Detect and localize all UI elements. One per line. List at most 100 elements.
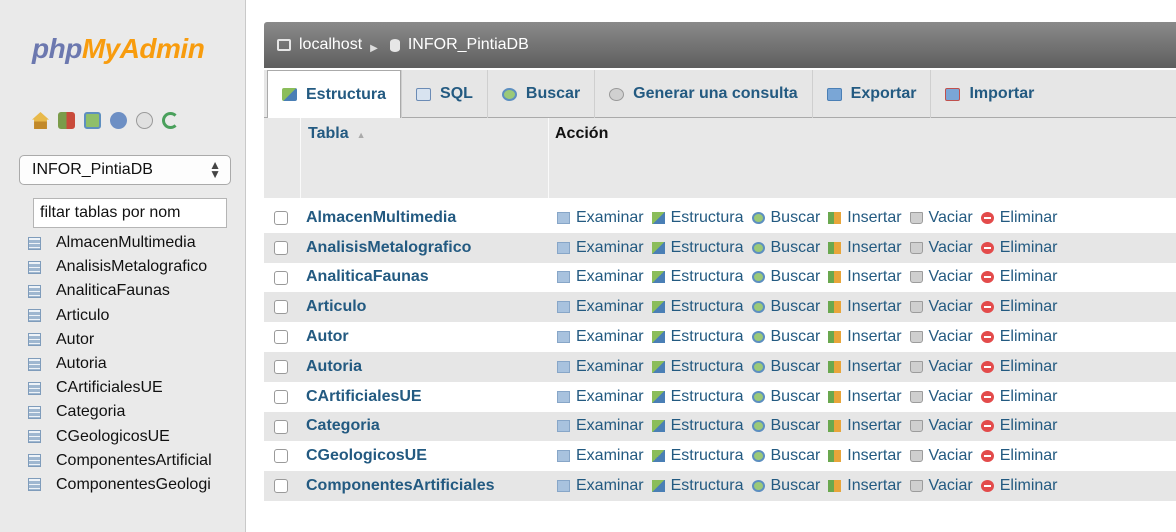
- examinar-link[interactable]: Examinar: [557, 298, 644, 316]
- buscar-link[interactable]: Buscar: [751, 328, 820, 346]
- tab-importar[interactable]: Importar: [930, 70, 1048, 118]
- estructura-link[interactable]: Estructura: [651, 239, 744, 257]
- estructura-link[interactable]: Estructura: [651, 358, 744, 376]
- eliminar-link[interactable]: Eliminar: [980, 239, 1058, 257]
- eliminar-link[interactable]: Eliminar: [980, 298, 1058, 316]
- row-checkbox[interactable]: [274, 419, 288, 434]
- sql-query-icon[interactable]: [84, 112, 101, 129]
- eliminar-link[interactable]: Eliminar: [980, 388, 1058, 406]
- examinar-link[interactable]: Examinar: [557, 209, 644, 227]
- breadcrumb-server[interactable]: localhost: [299, 36, 362, 54]
- vaciar-link[interactable]: Vaciar: [909, 358, 973, 376]
- table-name-link[interactable]: AlmacenMultimedia: [306, 209, 456, 227]
- filter-tables-input[interactable]: [33, 198, 227, 228]
- buscar-link[interactable]: Buscar: [751, 298, 820, 316]
- phpmyadmin-logo[interactable]: phpMyAdmin: [32, 33, 205, 65]
- tab-sql[interactable]: SQL: [401, 70, 487, 118]
- vaciar-link[interactable]: Vaciar: [909, 239, 973, 257]
- buscar-link[interactable]: Buscar: [751, 358, 820, 376]
- row-checkbox[interactable]: [274, 300, 288, 315]
- nav-table-item[interactable]: Categoria: [0, 400, 245, 424]
- estructura-link[interactable]: Estructura: [651, 447, 744, 465]
- row-checkbox[interactable]: [274, 479, 288, 494]
- table-name-link[interactable]: Articulo: [306, 298, 366, 316]
- insertar-link[interactable]: Insertar: [828, 358, 902, 376]
- nav-table-item[interactable]: AlmacenMultimedia: [0, 231, 245, 255]
- eliminar-link[interactable]: Eliminar: [980, 268, 1058, 286]
- buscar-link[interactable]: Buscar: [751, 209, 820, 227]
- row-checkbox[interactable]: [274, 449, 288, 464]
- insertar-link[interactable]: Insertar: [828, 447, 902, 465]
- examinar-link[interactable]: Examinar: [557, 328, 644, 346]
- column-header-tabla[interactable]: Tabla ▲: [308, 125, 366, 143]
- nav-table-item[interactable]: Autor: [0, 328, 245, 352]
- buscar-link[interactable]: Buscar: [751, 447, 820, 465]
- table-name-link[interactable]: ComponentesArtificiales: [306, 477, 494, 495]
- examinar-link[interactable]: Examinar: [557, 447, 644, 465]
- vaciar-link[interactable]: Vaciar: [909, 268, 973, 286]
- vaciar-link[interactable]: Vaciar: [909, 388, 973, 406]
- tab-generar-una-consulta[interactable]: Generar una consulta: [594, 70, 812, 118]
- table-name-link[interactable]: Autoria: [306, 358, 362, 376]
- nav-table-item[interactable]: Articulo: [0, 304, 245, 328]
- buscar-link[interactable]: Buscar: [751, 239, 820, 257]
- estructura-link[interactable]: Estructura: [651, 268, 744, 286]
- row-checkbox[interactable]: [274, 359, 288, 374]
- row-checkbox[interactable]: [274, 240, 288, 255]
- nav-table-item[interactable]: ComponentesArtificial: [0, 449, 245, 473]
- insertar-link[interactable]: Insertar: [828, 388, 902, 406]
- table-name-link[interactable]: Categoria: [306, 417, 380, 435]
- buscar-link[interactable]: Buscar: [751, 388, 820, 406]
- insertar-link[interactable]: Insertar: [828, 417, 902, 435]
- eliminar-link[interactable]: Eliminar: [980, 447, 1058, 465]
- examinar-link[interactable]: Examinar: [557, 268, 644, 286]
- examinar-link[interactable]: Examinar: [557, 358, 644, 376]
- table-name-link[interactable]: Autor: [306, 328, 349, 346]
- tab-exportar[interactable]: Exportar: [811, 70, 931, 118]
- home-icon[interactable]: [32, 112, 49, 129]
- settings-icon[interactable]: [136, 112, 153, 129]
- tab-estructura[interactable]: Estructura: [267, 70, 402, 119]
- eliminar-link[interactable]: Eliminar: [980, 417, 1058, 435]
- exit-icon[interactable]: [58, 112, 75, 129]
- estructura-link[interactable]: Estructura: [651, 209, 744, 227]
- row-checkbox[interactable]: [274, 389, 288, 404]
- nav-table-item[interactable]: AnalisisMetalografico: [0, 255, 245, 279]
- insertar-link[interactable]: Insertar: [828, 268, 902, 286]
- docs-icon[interactable]: [110, 112, 127, 129]
- database-select[interactable]: INFOR_PintiaDB ▲ ▼: [19, 155, 231, 185]
- vaciar-link[interactable]: Vaciar: [909, 477, 973, 495]
- insertar-link[interactable]: Insertar: [828, 239, 902, 257]
- reload-icon[interactable]: [162, 112, 179, 129]
- tab-buscar[interactable]: Buscar: [486, 70, 594, 118]
- nav-table-item[interactable]: Autoria: [0, 352, 245, 376]
- table-name-link[interactable]: AnalisisMetalografico: [306, 239, 471, 257]
- row-checkbox[interactable]: [274, 330, 288, 345]
- eliminar-link[interactable]: Eliminar: [980, 477, 1058, 495]
- vaciar-link[interactable]: Vaciar: [909, 209, 973, 227]
- nav-table-item[interactable]: CGeologicosUE: [0, 425, 245, 449]
- insertar-link[interactable]: Insertar: [828, 477, 902, 495]
- estructura-link[interactable]: Estructura: [651, 477, 744, 495]
- examinar-link[interactable]: Examinar: [557, 388, 644, 406]
- estructura-link[interactable]: Estructura: [651, 417, 744, 435]
- estructura-link[interactable]: Estructura: [651, 328, 744, 346]
- nav-table-item[interactable]: CArtificialesUE: [0, 376, 245, 400]
- table-name-link[interactable]: AnaliticaFaunas: [306, 268, 429, 286]
- buscar-link[interactable]: Buscar: [751, 417, 820, 435]
- insertar-link[interactable]: Insertar: [828, 328, 902, 346]
- nav-table-item[interactable]: AnaliticaFaunas: [0, 279, 245, 303]
- estructura-link[interactable]: Estructura: [651, 388, 744, 406]
- buscar-link[interactable]: Buscar: [751, 268, 820, 286]
- examinar-link[interactable]: Examinar: [557, 417, 644, 435]
- examinar-link[interactable]: Examinar: [557, 477, 644, 495]
- buscar-link[interactable]: Buscar: [751, 477, 820, 495]
- vaciar-link[interactable]: Vaciar: [909, 417, 973, 435]
- eliminar-link[interactable]: Eliminar: [980, 328, 1058, 346]
- insertar-link[interactable]: Insertar: [828, 209, 902, 227]
- estructura-link[interactable]: Estructura: [651, 298, 744, 316]
- breadcrumb-database[interactable]: INFOR_PintiaDB: [408, 36, 529, 54]
- table-name-link[interactable]: CGeologicosUE: [306, 447, 427, 465]
- insertar-link[interactable]: Insertar: [828, 298, 902, 316]
- vaciar-link[interactable]: Vaciar: [909, 298, 973, 316]
